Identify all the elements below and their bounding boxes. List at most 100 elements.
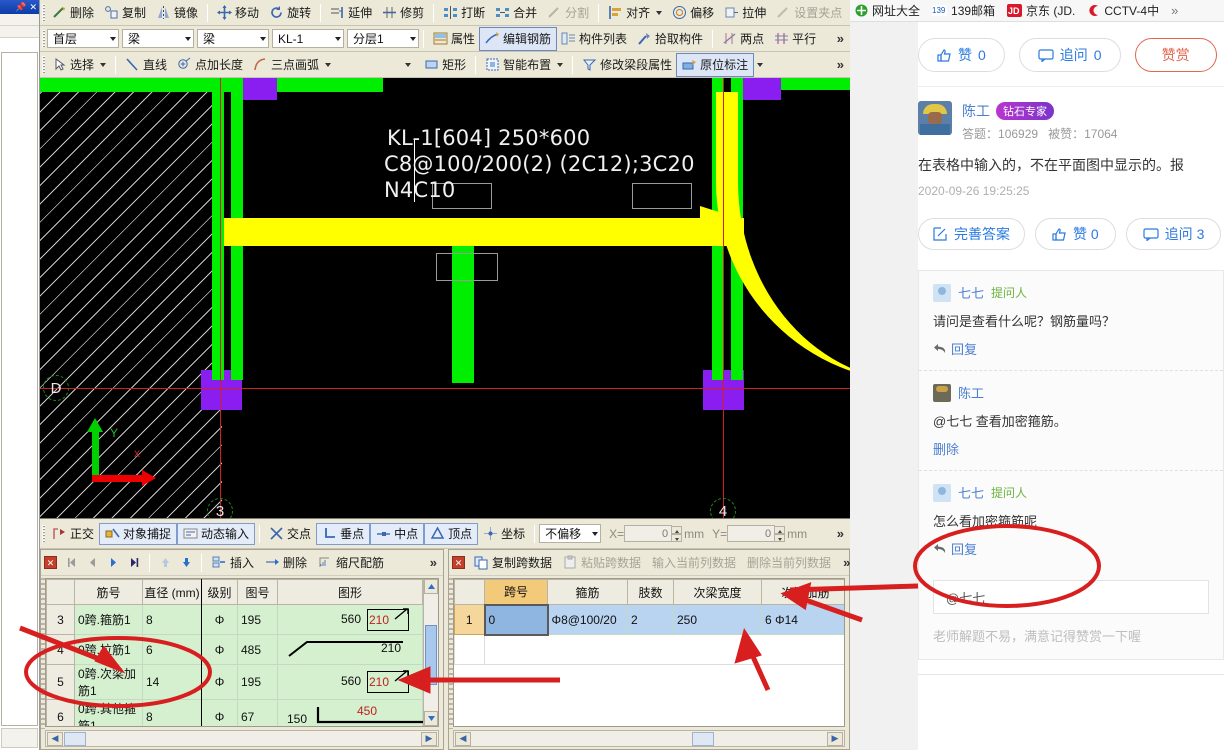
tool-stretch[interactable]: 拉伸 <box>719 2 771 24</box>
table-row[interactable]: 6 0跨.其他箍筋1 8 Φ 67 150 450 <box>46 699 423 726</box>
rebar-toolbar-overflow[interactable]: » <box>424 555 443 570</box>
row-rebar-no[interactable]: 0跨.其他箍筋1 <box>74 699 143 726</box>
tool-smart-layout[interactable]: 智能布置 <box>480 54 568 76</box>
combo-category[interactable]: 梁 <box>122 29 194 48</box>
chevron-down-icon-spacer[interactable] <box>405 62 412 67</box>
row-rebar-no[interactable]: 0跨.拉筋1 <box>74 634 143 665</box>
chevron-down-icon[interactable] <box>757 62 764 67</box>
offset-y-stepper[interactable] <box>727 525 786 542</box>
comment-author[interactable]: 七七 <box>958 283 984 302</box>
tool-select[interactable]: 选择 <box>47 54 111 76</box>
row-rebar-no[interactable]: 0跨.次梁加筋1 <box>74 664 143 700</box>
copy-span-button[interactable]: 复制跨数据 <box>469 552 557 574</box>
input-col-button[interactable]: 输入当前列数据 <box>647 552 741 574</box>
like-button-top[interactable]: 赞 0 <box>918 38 1005 72</box>
avatar[interactable] <box>918 101 952 135</box>
delete-col-button[interactable]: 删除当前列数据 <box>742 552 836 574</box>
like-button[interactable]: 赞 0 <box>1035 218 1116 250</box>
row-diameter[interactable]: 8 <box>142 699 202 726</box>
chevron-down-icon[interactable] <box>185 36 191 41</box>
tool-rectangle[interactable]: 矩形 <box>419 54 471 76</box>
reward-button[interactable]: 赞赏 <box>1134 38 1217 72</box>
chevron-down-icon[interactable] <box>100 62 107 67</box>
tool-line[interactable]: 直线 <box>120 54 172 76</box>
statusbar-gripper[interactable] <box>42 524 45 543</box>
row-grade[interactable]: Φ <box>201 634 238 665</box>
offset-x-stepper[interactable] <box>624 525 683 542</box>
nav-next-record[interactable] <box>103 553 123 573</box>
chevron-down-icon[interactable] <box>325 62 332 67</box>
beam-left-vertical[interactable] <box>212 78 224 380</box>
delete-link[interactable]: 删除 <box>933 439 1209 458</box>
close-icon[interactable]: ✕ <box>29 2 37 12</box>
toolbar-gripper-3[interactable] <box>42 55 45 74</box>
row-diameter[interactable]: 8 <box>142 604 202 635</box>
insert-row-button[interactable]: 插入 <box>207 552 259 574</box>
row-shape[interactable]: 560 210 <box>277 604 423 635</box>
scale-rebar-button[interactable]: 缩尺配筋 <box>313 552 389 574</box>
reply-link[interactable]: 回复 <box>933 339 1209 358</box>
chevron-down-icon[interactable] <box>335 36 341 41</box>
horizontal-scroll-thumb[interactable] <box>64 731 86 746</box>
grid-label-4[interactable]: 4 <box>710 498 736 518</box>
author-name[interactable]: 陈工 <box>962 101 990 121</box>
span-horizontal-scrollbar[interactable]: ◀ ▶ <box>453 730 845 747</box>
scroll-right-button[interactable]: ▶ <box>827 731 843 746</box>
improve-answer-button[interactable]: 完善答案 <box>918 218 1025 250</box>
tool-split[interactable]: 分割 <box>542 2 594 24</box>
col-stirrup[interactable]: 箍筋 <box>547 579 628 605</box>
row-span-no[interactable]: 0 <box>483 603 549 636</box>
nav-last-record[interactable] <box>124 553 144 573</box>
offset-x-spin-arrows[interactable] <box>671 525 683 542</box>
tool-edit-rebar[interactable]: 编辑钢筋 <box>479 26 558 51</box>
col-sec-beam-width[interactable]: 次梁宽度 <box>673 579 762 605</box>
tool-extend[interactable]: 延伸 <box>325 2 377 24</box>
reply-input[interactable]: @七七 <box>933 580 1209 614</box>
tool-properties[interactable]: 属性 <box>428 28 480 50</box>
statusbar-overflow-button[interactable]: » <box>831 526 850 541</box>
row-rebar-no[interactable]: 0跨.箍筋1 <box>74 604 143 635</box>
col-shape[interactable]: 图形 <box>277 579 423 605</box>
combo-floor[interactable]: 首层 <box>47 29 119 48</box>
tool-move[interactable]: 移动 <box>212 2 264 24</box>
offset-y-spin-arrows[interactable] <box>774 525 786 542</box>
bookmark-jd[interactable]: JD 京东 (JD. <box>1007 2 1075 19</box>
pin-icon[interactable]: 📌 <box>15 2 26 12</box>
tool-modify-beam[interactable]: 修改梁段属性 <box>577 54 677 76</box>
selected-beam-highlight[interactable] <box>224 218 744 246</box>
tool-rotate[interactable]: 旋转 <box>264 2 316 24</box>
tool-align[interactable]: 对齐 <box>603 2 667 24</box>
tool-mirror[interactable]: 镜像 <box>151 2 203 24</box>
row-grade[interactable]: Φ <box>201 664 238 700</box>
row-stirrup[interactable]: Φ8@100/20 <box>547 604 628 635</box>
snap-perpendicular[interactable]: 垂点 <box>316 522 371 545</box>
nav-first-record[interactable] <box>61 553 81 573</box>
bookmarks-overflow-button[interactable]: » <box>1171 3 1178 18</box>
tool-inplace-annotate[interactable]: 原位标注 <box>676 52 755 77</box>
col-index[interactable] <box>454 579 485 605</box>
avatar[interactable] <box>933 483 951 502</box>
toolbar-overflow-button[interactable]: » <box>831 31 850 46</box>
row-grade[interactable]: Φ <box>201 699 238 726</box>
col-sec-beam-rebar[interactable]: 次梁加筋 <box>761 579 844 605</box>
tool-trim[interactable]: 修剪 <box>377 2 429 24</box>
comment-author[interactable]: 七七 <box>958 483 984 502</box>
row-fig-no[interactable]: 195 <box>237 604 278 635</box>
table-row[interactable]: 4 0跨.拉筋1 6 Φ 485 210 <box>46 634 423 665</box>
cad-drawing-canvas[interactable]: KL-1[604] 250*600 C8@100/200(2) (2C12);3… <box>40 78 850 519</box>
tool-arc[interactable]: 三点画弧 <box>248 54 336 76</box>
chevron-down-icon[interactable] <box>656 10 663 15</box>
span-toolbar-overflow[interactable]: » <box>837 555 850 570</box>
tool-set-grip[interactable]: 设置夹点 <box>771 2 847 24</box>
snap-dynamic-input[interactable]: 动态输入 <box>177 522 256 545</box>
rebar-grid[interactable]: 筋号 直径 (mm) 级别 图号 图形 3 0跨.箍筋1 8 Φ 195 560… <box>45 578 439 727</box>
col-grade[interactable]: 级别 <box>201 579 238 605</box>
bookmark-cctv4[interactable]: CCTV-4中 <box>1087 2 1159 19</box>
nav-prev-record[interactable] <box>82 553 102 573</box>
row-fig-no[interactable]: 67 <box>237 699 278 726</box>
bookmark-139mail[interactable]: 139 139邮箱 <box>932 2 995 19</box>
col-legs[interactable]: 肢数 <box>627 579 674 605</box>
table-row[interactable]: 5 0跨.次梁加筋1 14 Φ 195 560 210 <box>46 664 423 700</box>
row-legs[interactable]: 2 <box>627 604 674 635</box>
vertical-scroll-thumb[interactable] <box>425 625 437 685</box>
